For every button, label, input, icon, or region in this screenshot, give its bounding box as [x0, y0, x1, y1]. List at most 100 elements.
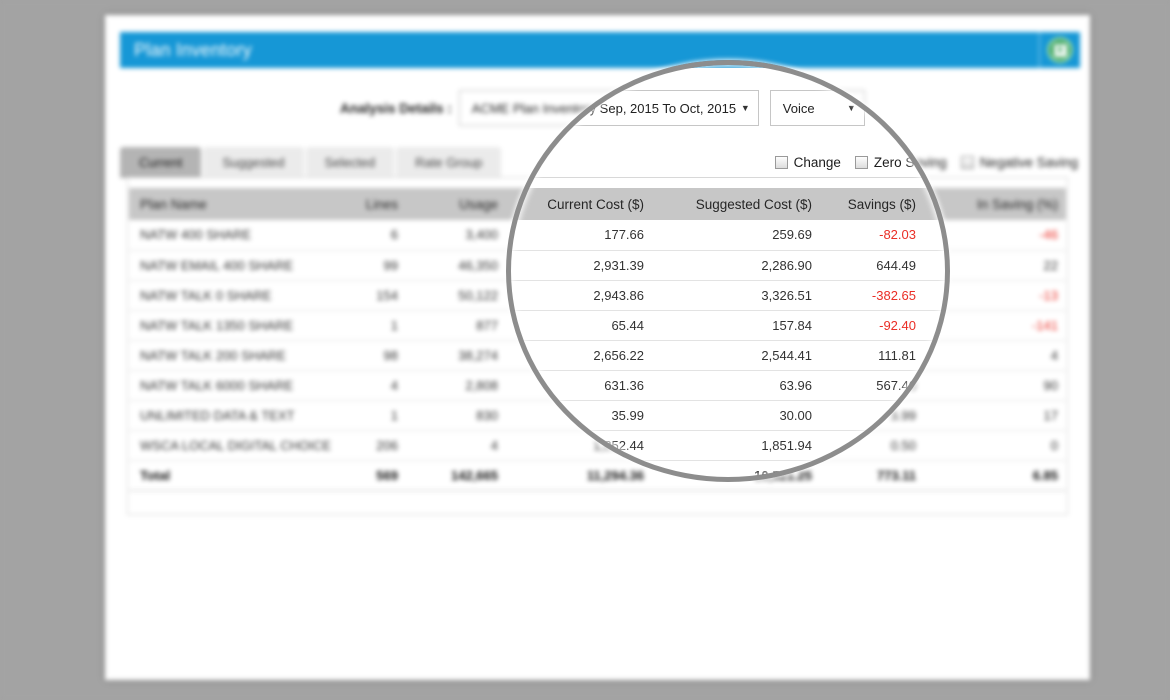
table-row[interactable]: NATW TALK 0 SHARE 154 50,122 2,943.86 3,326.…	[129, 280, 1066, 311]
value-cell: 22	[924, 250, 1066, 281]
plan-inventory-window: Plan Inventory X Analysis Details : ACME…	[105, 15, 1090, 680]
plan-inventory-table: Plan Name Lines Usage Current Cost ($) Sugge…	[129, 188, 1066, 491]
plan-name-cell: Total	[129, 459, 340, 491]
column-header-savings: Savings ($)	[820, 188, 924, 220]
table-row[interactable]: NATW TALK 200 SHARE 98 38,274 2,656.22 2,544…	[129, 340, 1066, 371]
plan-name-cell: NATW EMAIL 400 SHARE	[129, 250, 340, 281]
tabs-and-filters-row: Current Suggested Selected Rate Group Chang…	[120, 147, 1078, 178]
checkbox-change[interactable]: Change	[774, 155, 841, 170]
value-cell: 46,350	[406, 250, 506, 281]
export-excel-button[interactable]: X	[1040, 32, 1080, 68]
chevron-down-icon: ▼	[846, 103, 856, 113]
value-cell: 11,294.36	[506, 459, 652, 491]
analysis-details-row: Analysis Details : ACME Plan Inventory S…	[105, 90, 1090, 126]
saving-filter-checkboxes: Change Zero Saving Negative Saving	[774, 155, 1078, 170]
table-row[interactable]: WSCA LOCAL DIGITAL CHOICE 206 4 1,852.44 1,8…	[129, 430, 1066, 461]
value-cell: 177.66	[506, 220, 652, 251]
value-cell: 2,544.41	[652, 340, 820, 371]
titlebar: Plan Inventory X	[120, 32, 1080, 68]
tab-selected[interactable]: Selected	[305, 147, 395, 178]
value-cell: 2,931.39	[506, 250, 652, 281]
page-background: Plan Inventory X Analysis Details : ACME…	[0, 0, 1170, 700]
table-row[interactable]: NATW EMAIL 400 SHARE 99 46,350 2,931.39 2,28…	[129, 250, 1066, 281]
value-cell: 877	[406, 310, 506, 341]
value-cell: 35.99	[506, 400, 652, 431]
column-header-current-cost: Current Cost ($)	[506, 188, 652, 220]
value-cell: -13	[924, 280, 1066, 311]
value-cell: 65.44	[506, 310, 652, 341]
value-cell: 567.40	[820, 370, 924, 401]
value-cell: 0.50	[820, 430, 924, 461]
table-row[interactable]: UNLIMITED DATA & TEXT 1 830 35.99 30.00 5.99 1…	[129, 400, 1066, 431]
column-header-in-saving: In Saving (%)	[924, 188, 1066, 220]
value-cell: 142,665	[406, 459, 506, 491]
service-type-dropdown[interactable]: Voice ▼	[769, 90, 865, 126]
value-cell: 63.96	[652, 370, 820, 401]
plan-name-cell: NATW 400 SHARE	[129, 220, 340, 251]
table-row[interactable]: NATW TALK 6000 SHARE 4 2,808 631.36 63.96 567…	[129, 370, 1066, 401]
table-header-row: Plan Name Lines Usage Current Cost ($) Sugge…	[129, 188, 1066, 220]
chevron-down-icon: ▼	[740, 103, 750, 113]
plan-name-cell: NATW TALK 200 SHARE	[129, 340, 340, 371]
checkbox-icon[interactable]	[960, 156, 974, 169]
checkbox-icon[interactable]	[774, 156, 788, 169]
value-cell: 1	[340, 310, 406, 341]
value-cell: 5.99	[820, 400, 924, 431]
value-cell: 3,400	[406, 220, 506, 251]
checkbox-label: Negative Saving	[979, 155, 1078, 170]
checkbox-negative-saving[interactable]: Negative Saving	[960, 155, 1078, 170]
tab-rate-group[interactable]: Rate Group	[396, 147, 502, 178]
checkbox-zero-saving[interactable]: Zero Saving	[854, 155, 947, 170]
value-cell: -46	[924, 220, 1066, 251]
tab-current[interactable]: Current	[120, 147, 202, 178]
value-cell: 50,122	[406, 280, 506, 311]
table-row[interactable]: NATW TALK 1350 SHARE 1 877 65.44 157.84 -92.4…	[129, 310, 1066, 341]
value-cell: 98	[340, 340, 406, 371]
value-cell: 644.49	[820, 250, 924, 281]
value-cell: -82.03	[820, 220, 924, 251]
value-cell: 773.11	[820, 459, 924, 491]
checkbox-label: Change	[793, 155, 841, 170]
value-cell: 631.36	[506, 370, 652, 401]
analysis-period-dropdown[interactable]: ACME Plan Inventory Sep, 2015 To Oct, 20…	[458, 90, 759, 126]
table-row[interactable]: NATW 400 SHARE 6 3,400 177.66 259.69 -82.03 -4…	[129, 220, 1066, 251]
value-cell: 1,851.94	[652, 430, 820, 461]
value-cell: 157.84	[652, 310, 820, 341]
value-cell: 4	[406, 430, 506, 461]
column-header-lines: Lines	[340, 188, 406, 220]
value-cell: 1	[340, 400, 406, 431]
column-header-suggested-cost: Suggested Cost ($)	[652, 188, 820, 220]
service-type-value: Voice	[782, 100, 815, 116]
value-cell: 90	[924, 370, 1066, 401]
excel-export-icon: X	[1047, 37, 1073, 63]
titlebar-actions: X	[1039, 32, 1080, 68]
value-cell: 206	[340, 430, 406, 461]
value-cell: 2,943.86	[506, 280, 652, 311]
value-cell: 0	[924, 430, 1066, 461]
value-cell: 99	[340, 250, 406, 281]
value-cell: 259.69	[652, 220, 820, 251]
value-cell: 830	[406, 400, 506, 431]
value-cell: -141	[924, 310, 1066, 341]
value-cell: 6	[340, 220, 406, 251]
value-cell: 38,274	[406, 340, 506, 371]
value-cell: 2,656.22	[506, 340, 652, 371]
value-cell: -382.65	[820, 280, 924, 311]
value-cell: 6.85	[924, 459, 1066, 491]
value-cell: 154	[340, 280, 406, 311]
analysis-period-value: ACME Plan Inventory Sep, 2015 To Oct, 20…	[471, 100, 737, 116]
page-title: Plan Inventory	[134, 39, 252, 60]
table-total-row: Total 569 142,665 11,294.36 10,521.25 773.11 6…	[129, 459, 1066, 491]
tab-suggested[interactable]: Suggested	[203, 147, 304, 178]
value-cell: -92.40	[820, 310, 924, 341]
value-cell: 4	[924, 340, 1066, 371]
checkbox-icon[interactable]	[854, 156, 868, 169]
value-cell: 111.81	[820, 340, 924, 371]
column-header-plan-name: Plan Name	[129, 188, 340, 220]
value-cell: 2,808	[406, 370, 506, 401]
plan-name-cell: UNLIMITED DATA & TEXT	[129, 400, 340, 431]
checkbox-label: Zero Saving	[873, 155, 947, 170]
value-cell: 1,852.44	[506, 430, 652, 461]
plan-name-cell: NATW TALK 1350 SHARE	[129, 310, 340, 341]
value-cell: 10,521.25	[652, 459, 820, 491]
